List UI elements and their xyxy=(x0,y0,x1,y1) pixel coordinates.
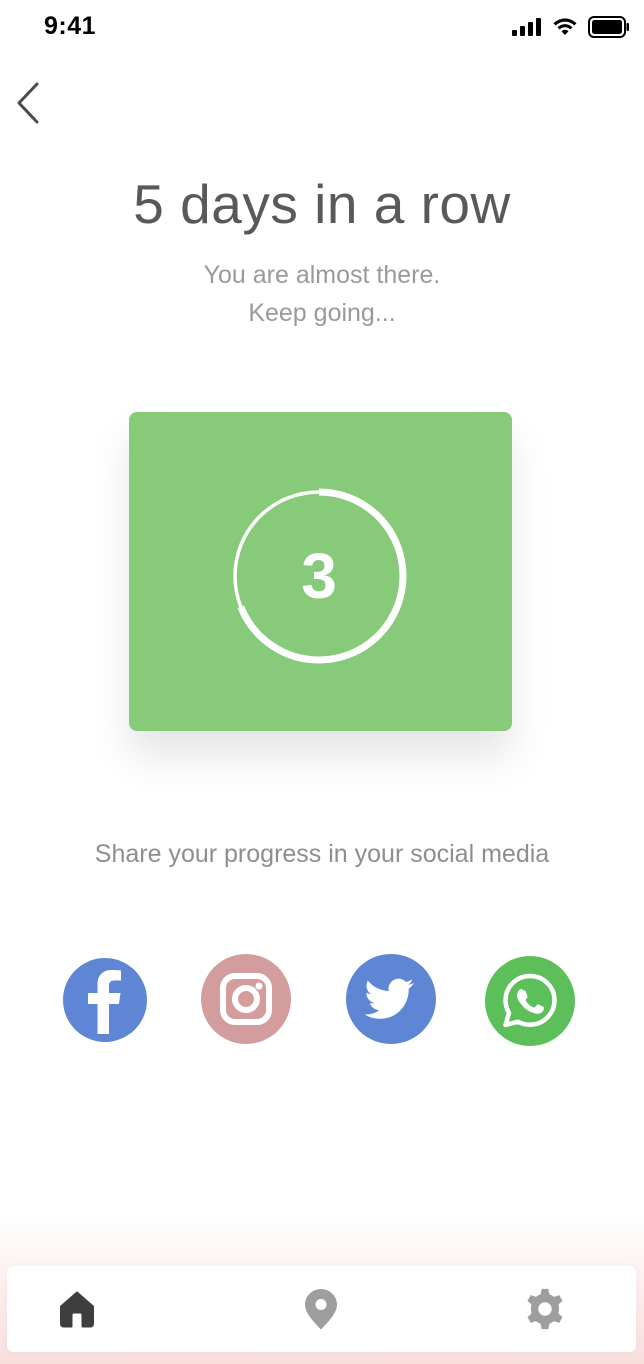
page-title: 5 days in a row xyxy=(133,173,511,235)
subtitle-line-1: You are almost there. xyxy=(203,261,441,289)
subtitle-line-2: Keep going... xyxy=(248,299,396,327)
facebook-icon xyxy=(88,970,121,1034)
home-icon xyxy=(60,1291,94,1328)
nav-settings[interactable] xyxy=(522,1286,568,1332)
progress-ring: 3 xyxy=(231,488,407,664)
nav-home[interactable] xyxy=(54,1286,100,1332)
gear-icon xyxy=(527,1288,563,1330)
twitter-icon xyxy=(364,978,414,1019)
facebook-share-button[interactable] xyxy=(63,958,147,1042)
nav-location[interactable] xyxy=(298,1286,344,1332)
instagram-share-button[interactable] xyxy=(201,954,291,1044)
status-time: 9:41 xyxy=(44,12,97,40)
progress-count: 3 xyxy=(301,540,337,612)
wifi-icon xyxy=(553,18,577,35)
status-icons xyxy=(512,16,630,38)
status-bar: 9:41 xyxy=(0,0,644,60)
bottom-nav xyxy=(7,1266,636,1352)
social-buttons xyxy=(0,952,644,1048)
location-pin-icon xyxy=(305,1289,337,1330)
share-text: Share your progress in your social media xyxy=(94,840,550,868)
subtitle: You are almost there. Keep going... xyxy=(0,256,644,332)
signal-icon xyxy=(512,18,541,36)
battery-icon xyxy=(588,16,629,38)
whatsapp-share-button[interactable] xyxy=(485,956,575,1046)
whatsapp-icon xyxy=(503,973,557,1028)
chevron-left-icon xyxy=(17,82,39,124)
instagram-icon xyxy=(220,973,272,1025)
progress-card: 3 xyxy=(129,412,512,731)
twitter-share-button[interactable] xyxy=(346,954,436,1044)
back-button[interactable] xyxy=(6,78,50,128)
